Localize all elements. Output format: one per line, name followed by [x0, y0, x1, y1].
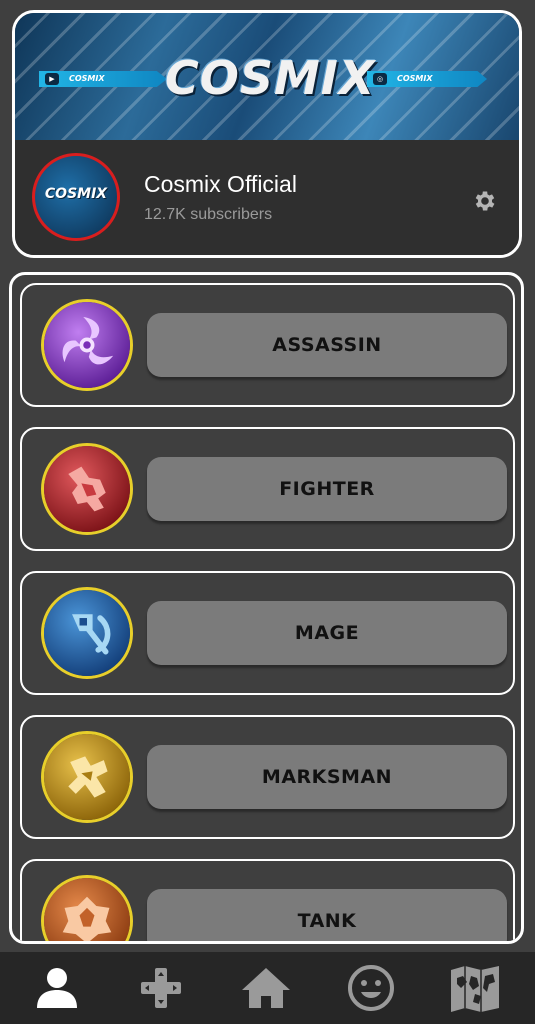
smiley-icon[interactable]	[343, 962, 399, 1014]
tank-button[interactable]: TANK	[147, 889, 507, 941]
role-list[interactable]: ASSASSIN FIGHTER MAGE MARKSMAN TANK	[9, 272, 524, 944]
youtube-tag: ▶ COSMIX	[39, 71, 167, 87]
mage-button[interactable]: MAGE	[147, 601, 507, 665]
profile-row: COSMIX Cosmix Official 12.7K subscribers	[15, 140, 519, 255]
bottom-nav	[0, 952, 535, 1024]
marksman-icon	[41, 731, 133, 823]
role-row-fighter[interactable]: FIGHTER	[20, 427, 515, 551]
subscriber-count: 12.7K subscribers	[144, 206, 273, 223]
channel-card: ▶ COSMIX COSMIX ◎ COSMIX COSMIX Cosmix O…	[12, 10, 522, 258]
marksman-button[interactable]: MARKSMAN	[147, 745, 507, 809]
assassin-icon	[41, 299, 133, 391]
instagram-tag-label: COSMIX	[397, 74, 433, 83]
role-row-tank[interactable]: TANK	[20, 859, 515, 941]
fighter-button[interactable]: FIGHTER	[147, 457, 507, 521]
assassin-button[interactable]: ASSASSIN	[147, 313, 507, 377]
youtube-tag-label: COSMIX	[69, 74, 105, 83]
gamepad-icon[interactable]	[133, 962, 189, 1014]
banner-title: COSMIX	[165, 51, 376, 105]
instagram-tag: ◎ COSMIX	[367, 71, 487, 87]
tank-icon	[41, 875, 133, 941]
channel-banner: ▶ COSMIX COSMIX ◎ COSMIX	[15, 13, 519, 140]
avatar[interactable]: COSMIX	[32, 153, 120, 241]
role-row-mage[interactable]: MAGE	[20, 571, 515, 695]
instagram-icon: ◎	[373, 73, 387, 85]
fighter-icon	[41, 443, 133, 535]
map-icon[interactable]	[447, 962, 503, 1014]
youtube-icon: ▶	[45, 73, 59, 85]
role-row-assassin[interactable]: ASSASSIN	[20, 283, 515, 407]
gear-icon[interactable]	[472, 188, 498, 214]
channel-name: Cosmix Official	[144, 171, 297, 197]
role-row-marksman[interactable]: MARKSMAN	[20, 715, 515, 839]
profile-icon[interactable]	[29, 962, 85, 1014]
mage-icon	[41, 587, 133, 679]
home-icon[interactable]	[238, 962, 294, 1014]
avatar-logo-text: COSMIX	[44, 186, 108, 202]
